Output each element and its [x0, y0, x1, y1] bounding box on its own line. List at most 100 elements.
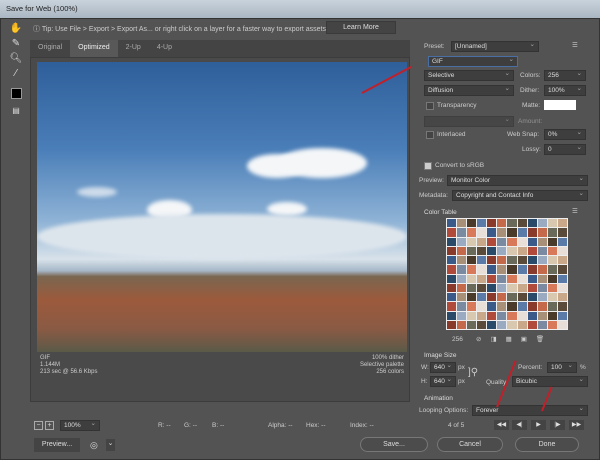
color-swatch[interactable]	[497, 237, 507, 246]
color-swatch[interactable]	[447, 311, 457, 320]
color-swatch[interactable]	[457, 293, 467, 302]
color-swatch[interactable]	[547, 265, 557, 274]
color-swatch[interactable]	[497, 293, 507, 302]
color-swatch[interactable]	[447, 320, 457, 329]
color-swatch[interactable]	[447, 293, 457, 302]
color-swatch[interactable]	[557, 219, 567, 228]
colors-select[interactable]: 256	[544, 69, 586, 81]
zoom-tool-icon[interactable]: 🔍︎	[9, 52, 23, 66]
color-swatch[interactable]	[497, 228, 507, 237]
dither-algorithm-select[interactable]: Diffusion	[424, 84, 514, 96]
color-swatch[interactable]	[547, 237, 557, 246]
browser-preview-icon[interactable]: ◎	[90, 439, 104, 451]
color-swatch[interactable]	[497, 302, 507, 311]
color-swatch[interactable]	[557, 320, 567, 329]
color-swatch[interactable]	[507, 274, 517, 283]
tab-original[interactable]: Original	[30, 40, 70, 57]
color-swatch[interactable]	[547, 219, 557, 228]
color-swatch[interactable]	[477, 237, 487, 246]
color-swatch[interactable]	[487, 302, 497, 311]
color-swatch[interactable]	[477, 311, 487, 320]
color-swatch[interactable]	[557, 283, 567, 292]
color-swatch[interactable]	[467, 283, 477, 292]
color-swatch[interactable]	[487, 228, 497, 237]
color-swatch[interactable]	[517, 228, 527, 237]
color-swatch[interactable]	[517, 265, 527, 274]
color-swatch[interactable]	[477, 246, 487, 255]
color-swatch[interactable]	[447, 265, 457, 274]
color-swatch[interactable]	[457, 320, 467, 329]
color-swatch[interactable]	[537, 219, 547, 228]
color-swatch[interactable]	[537, 274, 547, 283]
color-reduction-select[interactable]: Selective	[424, 69, 514, 81]
color-swatch[interactable]	[547, 302, 557, 311]
matte-swatch[interactable]	[544, 100, 576, 110]
color-swatch[interactable]	[467, 246, 477, 255]
color-swatch[interactable]	[467, 219, 477, 228]
color-swatch[interactable]	[457, 283, 467, 292]
dither-select[interactable]: 100%	[544, 84, 586, 96]
color-swatch[interactable]	[457, 302, 467, 311]
color-swatch[interactable]	[517, 219, 527, 228]
color-swatch[interactable]	[457, 274, 467, 283]
color-swatch[interactable]	[547, 256, 557, 265]
color-swatch[interactable]	[537, 246, 547, 255]
color-swatch[interactable]	[547, 320, 557, 329]
color-swatch[interactable]	[487, 320, 497, 329]
tab-2-up[interactable]: 2-Up	[118, 40, 149, 57]
color-swatch[interactable]	[467, 265, 477, 274]
color-swatch[interactable]	[447, 246, 457, 255]
convert-srgb-checkbox[interactable]	[424, 162, 432, 170]
done-button[interactable]: Done	[515, 437, 579, 452]
optimized-image-preview[interactable]	[37, 62, 407, 352]
color-swatch[interactable]	[477, 274, 487, 283]
color-swatch[interactable]	[507, 302, 517, 311]
color-swatch[interactable]	[557, 311, 567, 320]
color-swatch[interactable]	[517, 246, 527, 255]
color-swatch[interactable]	[517, 311, 527, 320]
color-swatch[interactable]	[457, 256, 467, 265]
color-swatch[interactable]	[517, 320, 527, 329]
color-swatch[interactable]	[477, 228, 487, 237]
color-swatch[interactable]	[527, 293, 537, 302]
cancel-button[interactable]: Cancel	[437, 437, 503, 452]
save-button[interactable]: Save...	[360, 437, 428, 452]
color-swatch[interactable]	[507, 283, 517, 292]
color-swatch[interactable]	[447, 228, 457, 237]
color-swatch[interactable]	[517, 302, 527, 311]
color-swatch[interactable]	[517, 256, 527, 265]
color-swatch[interactable]	[457, 228, 467, 237]
color-swatch[interactable]	[537, 283, 547, 292]
color-swatch[interactable]	[447, 302, 457, 311]
color-swatch[interactable]	[487, 237, 497, 246]
color-swatch[interactable]	[457, 237, 467, 246]
color-swatch[interactable]	[557, 237, 567, 246]
color-swatch[interactable]	[537, 320, 547, 329]
color-swatch[interactable]	[507, 293, 517, 302]
color-swatch[interactable]	[457, 265, 467, 274]
color-swatch[interactable]	[527, 311, 537, 320]
color-swatch[interactable]	[447, 274, 457, 283]
color-swatch[interactable]	[527, 320, 537, 329]
preset-select[interactable]: [Unnamed]	[451, 40, 539, 52]
color-swatch[interactable]	[507, 219, 517, 228]
zoom-level-select[interactable]: 100%	[60, 419, 100, 431]
color-swatch[interactable]	[527, 283, 537, 292]
color-swatch[interactable]	[447, 237, 457, 246]
color-swatch[interactable]	[507, 265, 517, 274]
next-frame-icon[interactable]: |▶	[550, 420, 565, 430]
color-swatch[interactable]	[527, 302, 537, 311]
height-input[interactable]: 640	[430, 375, 456, 387]
color-swatch[interactable]	[447, 219, 457, 228]
last-frame-icon[interactable]: ▶▶	[569, 420, 584, 430]
toggle-slices-icon[interactable]: ▤	[9, 104, 23, 118]
color-swatch[interactable]	[537, 265, 547, 274]
color-swatch[interactable]	[557, 293, 567, 302]
color-swatch[interactable]	[467, 302, 477, 311]
color-swatch[interactable]	[467, 311, 477, 320]
color-swatch[interactable]	[457, 246, 467, 255]
previous-frame-icon[interactable]: ◀|	[512, 420, 527, 430]
looping-select[interactable]: Forever	[472, 404, 588, 416]
color-swatch[interactable]	[537, 256, 547, 265]
color-swatch[interactable]	[497, 256, 507, 265]
